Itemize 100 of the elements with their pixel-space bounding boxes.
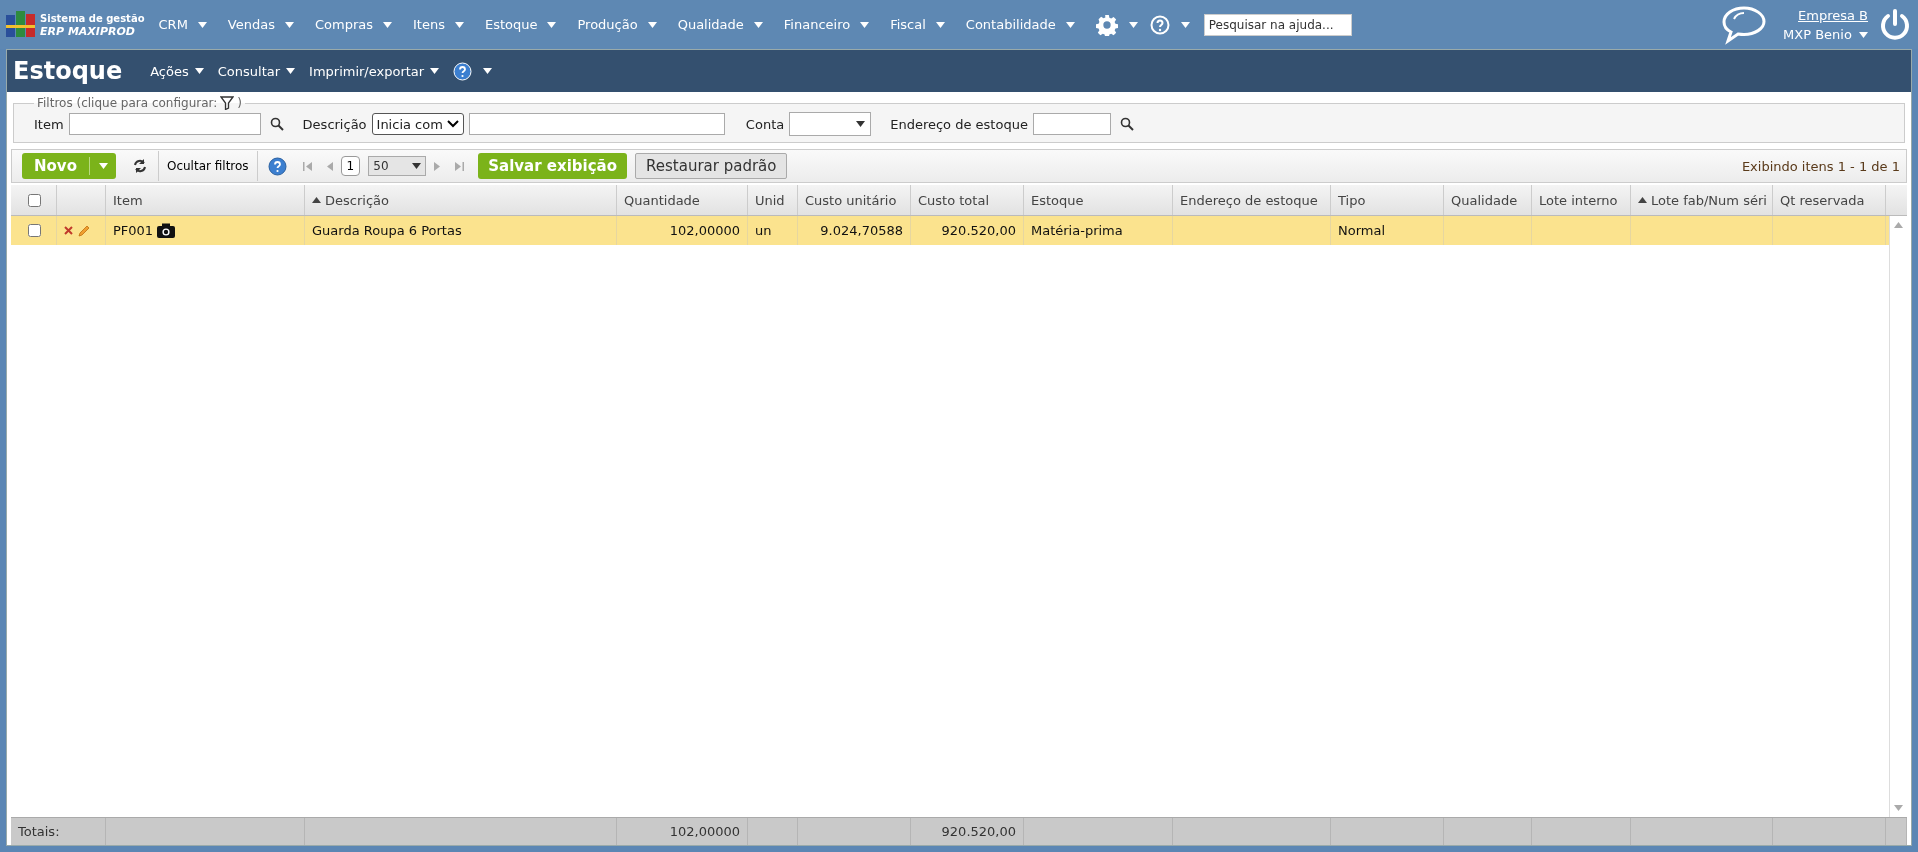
- row-checkbox[interactable]: [27, 224, 41, 237]
- column-header[interactable]: Custo total: [911, 185, 1024, 215]
- chevron-icon: [446, 120, 459, 128]
- nav-menu[interactable]: Fiscal: [890, 17, 945, 32]
- power-icon[interactable]: [1878, 7, 1912, 42]
- nav-menu[interactable]: Produção: [577, 17, 657, 32]
- caret-icon: [284, 21, 294, 28]
- nav-menu[interactable]: Estoque: [484, 17, 557, 32]
- logo-icon: [6, 10, 36, 39]
- caret-icon: [98, 163, 108, 169]
- caret-icon: [753, 21, 763, 28]
- filters-legend: Filtros (clique para configurar:: [37, 96, 218, 110]
- account-dropdown[interactable]: [789, 112, 872, 136]
- chat-bubble-icon[interactable]: [1721, 4, 1768, 45]
- page-size-dropdown[interactable]: 50: [368, 156, 427, 176]
- total-cell: 102,00000: [669, 824, 740, 839]
- table-cell: 920.520,00: [941, 223, 1016, 238]
- column-header[interactable]: Item: [106, 185, 305, 215]
- caret-icon: [383, 21, 392, 28]
- user-menu[interactable]: MXP Benio: [1783, 26, 1868, 42]
- field-label: Conta: [745, 116, 785, 132]
- match-mode-select[interactable]: Inicia com: [371, 113, 464, 135]
- caret-icon: [1065, 21, 1075, 28]
- table-cell: 9.024,70588: [820, 223, 903, 238]
- column-header[interactable]: Lote fab/Num séri: [1631, 185, 1773, 215]
- nav-menu[interactable]: Itens: [413, 17, 464, 32]
- total-cell: 920.520,00: [941, 824, 1016, 839]
- caret-icon: [197, 21, 207, 28]
- column-header[interactable]: Tipo: [1331, 185, 1444, 215]
- caret-icon[interactable]: [483, 68, 493, 74]
- caret-icon: [935, 21, 945, 28]
- field-label: Item: [34, 116, 64, 132]
- previous-page-icon[interactable]: [325, 161, 333, 171]
- refresh-icon[interactable]: [131, 158, 148, 174]
- caret-icon: [860, 21, 870, 28]
- caret-icon: [194, 68, 204, 74]
- page-number[interactable]: 1: [340, 156, 361, 176]
- next-page-icon[interactable]: [434, 161, 442, 171]
- nav-menu[interactable]: Qualidade: [677, 17, 763, 32]
- column-header[interactable]: Estoque: [1024, 185, 1173, 215]
- caret-icon: [412, 163, 422, 169]
- search-icon[interactable]: [1119, 117, 1134, 131]
- field-label: Endereço de estoque: [890, 116, 1028, 132]
- column-header[interactable]: Qt reservada: [1773, 185, 1886, 215]
- caret-icon: [1859, 32, 1868, 38]
- scroll-down-icon[interactable]: [1894, 805, 1903, 811]
- hide-filters-button[interactable]: Ocultar filtros: [157, 151, 258, 181]
- field-label: Descrição: [302, 116, 367, 132]
- nav-menu[interactable]: Vendas: [227, 17, 294, 32]
- filter-icon[interactable]: [220, 96, 235, 110]
- caret-icon[interactable]: [1128, 21, 1138, 28]
- nav-menu[interactable]: CRM: [158, 17, 207, 32]
- totals-label: Totais:: [18, 824, 60, 839]
- nav-menu[interactable]: Financeiro: [783, 17, 870, 32]
- table-cell: Matéria-prima: [1031, 223, 1123, 238]
- column-header[interactable]: Custo unitário: [798, 185, 911, 215]
- last-page-icon[interactable]: [455, 161, 465, 171]
- table-cell: un: [755, 223, 772, 238]
- caret-icon: [856, 121, 866, 127]
- address-field[interactable]: [1032, 113, 1111, 135]
- search-field[interactable]: Pesquisar na ajuda...: [1203, 13, 1352, 36]
- table-cell: PF001: [113, 223, 154, 238]
- sort-ascending-icon: [312, 197, 321, 203]
- camera-icon[interactable]: [157, 223, 176, 238]
- module-menu[interactable]: Consultar: [217, 63, 296, 79]
- help-icon[interactable]: [267, 156, 287, 176]
- column-header[interactable]: Endereço de estoque: [1173, 185, 1331, 215]
- first-page-icon[interactable]: [302, 161, 312, 171]
- item-field[interactable]: [68, 113, 261, 135]
- filters-legend-end: ): [237, 96, 242, 110]
- caret-icon: [430, 68, 440, 74]
- caret-icon[interactable]: [1180, 21, 1190, 28]
- items-count: Exibindo itens 1 - 1 de 1: [1741, 158, 1900, 174]
- column-header[interactable]: Unid: [748, 185, 798, 215]
- column-header[interactable]: Quantidade: [617, 185, 748, 215]
- select-all-checkbox[interactable]: [27, 193, 41, 207]
- page-title: Estoque: [13, 57, 123, 85]
- description-field[interactable]: [468, 113, 725, 135]
- settings-icon[interactable]: [1095, 13, 1118, 36]
- scroll-up-icon[interactable]: [1894, 222, 1903, 228]
- delete-icon[interactable]: [64, 226, 73, 235]
- company-link[interactable]: Empresa B: [1798, 7, 1868, 23]
- logo-name: ERP MAXIPROD: [40, 24, 136, 38]
- logo-subtitle: Sistema de gestão: [40, 11, 145, 25]
- pencil-icon[interactable]: [77, 223, 91, 238]
- caret-icon: [647, 21, 657, 28]
- search-icon[interactable]: [269, 117, 284, 131]
- table-cell: Normal: [1338, 223, 1386, 238]
- module-menu[interactable]: Ações: [150, 63, 204, 79]
- nav-menu[interactable]: Contabilidade: [965, 17, 1075, 32]
- table-cell: 102,00000: [669, 223, 740, 238]
- nav-menu[interactable]: Compras: [314, 17, 392, 32]
- column-header[interactable]: Descrição: [305, 185, 617, 215]
- module-menu[interactable]: Imprimir/exportar: [309, 63, 440, 79]
- column-header[interactable]: Lote interno: [1532, 185, 1631, 215]
- row-highlight[interactable]: [11, 216, 1889, 245]
- column-header[interactable]: Qualidade: [1444, 185, 1532, 215]
- table-cell: Guarda Roupa 6 Portas: [312, 223, 462, 238]
- restore-default-button[interactable]: Restaurar padrão: [635, 153, 788, 179]
- sort-ascending-icon: [1638, 197, 1647, 203]
